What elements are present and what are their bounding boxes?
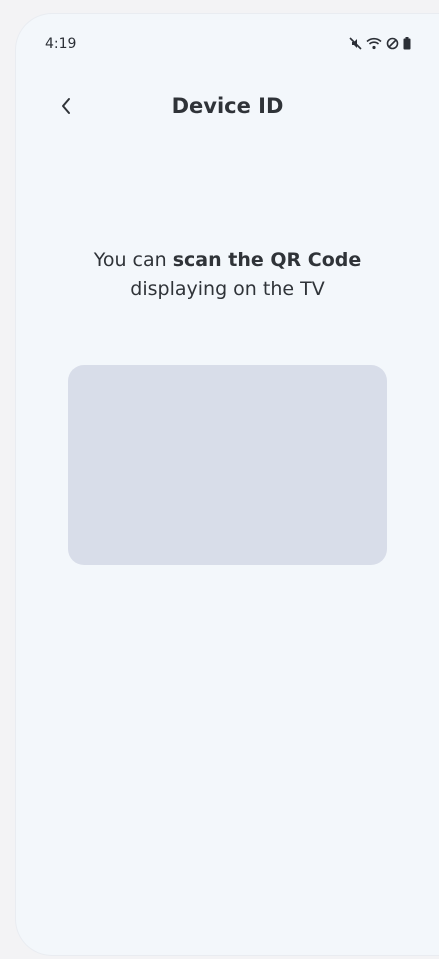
- status-bar: 4:19: [16, 14, 439, 74]
- instruction-prefix: You can: [93, 249, 173, 271]
- mute-icon: [349, 37, 362, 50]
- status-icons: [349, 37, 411, 50]
- phone-screen: 4:19 Device ID You can scan the QR Code …: [16, 14, 439, 955]
- header: Device ID: [16, 84, 439, 132]
- status-time: 4:19: [45, 36, 77, 52]
- instruction-bold: scan the QR Code: [172, 249, 362, 271]
- scan-instruction: You can scan the QR Code displaying on t…: [40, 246, 415, 304]
- page-title: Device ID: [171, 94, 284, 118]
- wifi-icon: [366, 37, 382, 50]
- dnd-icon: [386, 37, 399, 50]
- battery-icon: [403, 37, 411, 50]
- qr-scanner-placeholder: [68, 365, 387, 565]
- instruction-line2: displaying on the TV: [130, 278, 325, 300]
